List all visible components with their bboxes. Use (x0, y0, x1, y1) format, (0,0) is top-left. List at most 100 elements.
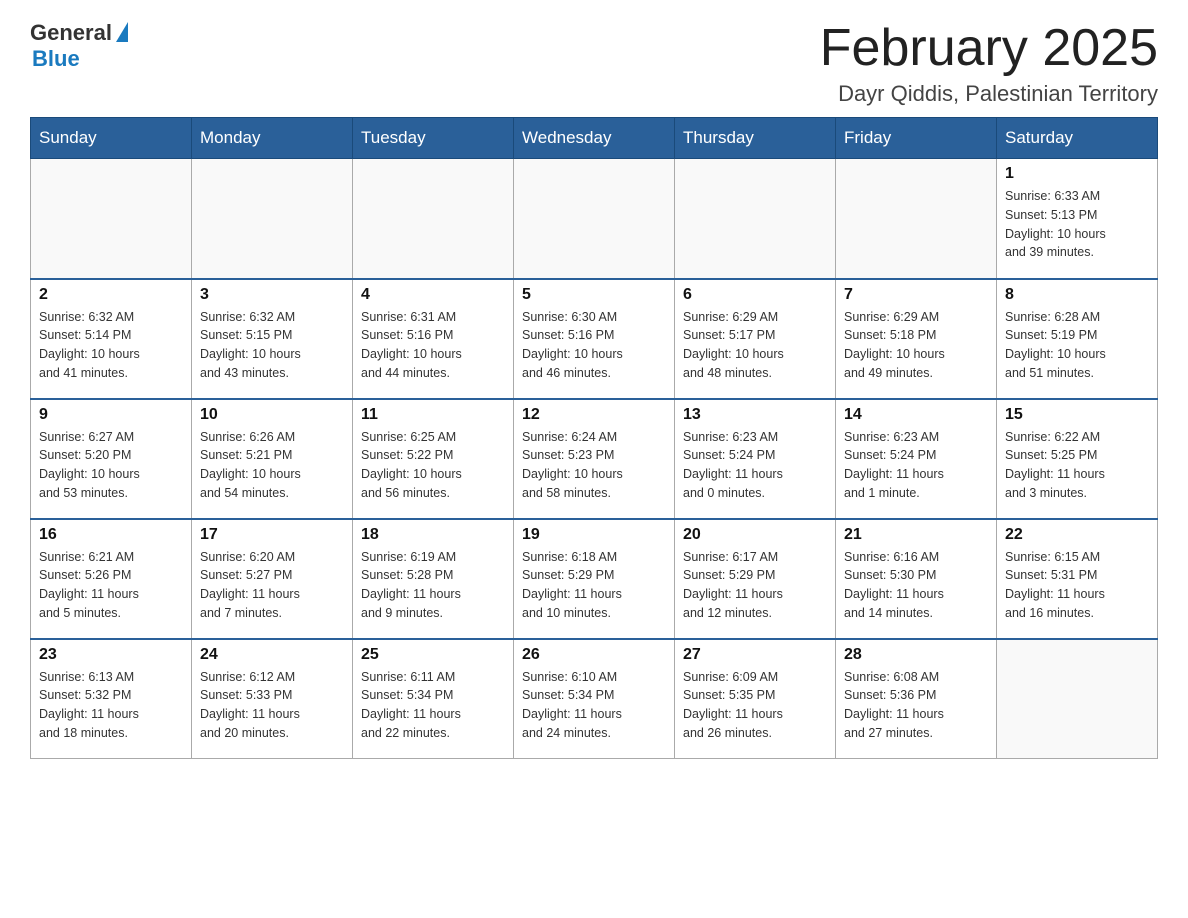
day-number: 14 (844, 406, 988, 424)
title-section: February 2025 Dayr Qiddis, Palestinian T… (820, 20, 1158, 107)
day-info: Sunrise: 6:10 AM Sunset: 5:34 PM Dayligh… (522, 668, 666, 743)
day-number: 27 (683, 646, 827, 664)
day-number: 24 (200, 646, 344, 664)
calendar-cell: 16Sunrise: 6:21 AM Sunset: 5:26 PM Dayli… (31, 519, 192, 639)
calendar-cell: 18 Sunrise: 6:19 AM Sunset: 5:28 PM Dayli… (353, 519, 514, 639)
calendar-cell: 6Sunrise: 6:29 AM Sunset: 5:17 PM Daylig… (675, 279, 836, 399)
calendar-cell: 27Sunrise: 6:09 AM Sunset: 5:35 PM Dayli… (675, 639, 836, 759)
day-number: 12 (522, 406, 666, 424)
calendar-cell (997, 639, 1158, 759)
day-number: 15 (1005, 406, 1149, 424)
day-info: Sunrise: 6:19 AM Sunset: 5:28 PM Dayligh… (361, 548, 505, 623)
day-info: Sunrise: 6:17 AM Sunset: 5:29 PM Dayligh… (683, 548, 827, 623)
day-number: 3 (200, 286, 344, 304)
calendar-cell: 9 Sunrise: 6:27 AM Sunset: 5:20 PM Daylig… (31, 399, 192, 519)
day-info: Sunrise: 6:29 AM Sunset: 5:18 PM Dayligh… (844, 308, 988, 383)
location-title: Dayr Qiddis, Palestinian Territory (820, 81, 1158, 107)
day-number: 4 (361, 286, 505, 304)
calendar-cell: 24Sunrise: 6:12 AM Sunset: 5:33 PM Dayli… (192, 639, 353, 759)
day-info: Sunrise: 6:33 AM Sunset: 5:13 PM Dayligh… (1005, 187, 1149, 262)
logo-triangle-icon (116, 22, 128, 42)
day-info: Sunrise: 6:23 AM Sunset: 5:24 PM Dayligh… (844, 428, 988, 503)
logo-general: General (30, 20, 112, 46)
day-info: Sunrise: 6:15 AM Sunset: 5:31 PM Dayligh… (1005, 548, 1149, 623)
day-number: 22 (1005, 526, 1149, 544)
day-info: Sunrise: 6:32 AM Sunset: 5:14 PM Dayligh… (39, 308, 183, 383)
day-info: Sunrise: 6:13 AM Sunset: 5:32 PM Dayligh… (39, 668, 183, 743)
calendar-cell: 19Sunrise: 6:18 AM Sunset: 5:29 PM Dayli… (514, 519, 675, 639)
day-number: 10 (200, 406, 344, 424)
calendar-cell: 11 Sunrise: 6:25 AM Sunset: 5:22 PM Dayli… (353, 399, 514, 519)
day-number: 13 (683, 406, 827, 424)
calendar-cell: 22 Sunrise: 6:15 AM Sunset: 5:31 PM Dayli… (997, 519, 1158, 639)
week-row-5: 23 Sunrise: 6:13 AM Sunset: 5:32 PM Dayli… (31, 639, 1158, 759)
day-number: 9 (39, 406, 183, 424)
calendar-table: Sunday Monday Tuesday Wednesday Thursday… (30, 117, 1158, 759)
logo-blue: Blue (32, 46, 128, 72)
day-info: Sunrise: 6:18 AM Sunset: 5:29 PM Dayligh… (522, 548, 666, 623)
week-row-3: 9 Sunrise: 6:27 AM Sunset: 5:20 PM Daylig… (31, 399, 1158, 519)
day-info: Sunrise: 6:27 AM Sunset: 5:20 PM Dayligh… (39, 428, 183, 503)
day-number: 1 (1005, 165, 1149, 183)
calendar-cell: 3 Sunrise: 6:32 AM Sunset: 5:15 PM Daylig… (192, 279, 353, 399)
day-number: 5 (522, 286, 666, 304)
day-info: Sunrise: 6:16 AM Sunset: 5:30 PM Dayligh… (844, 548, 988, 623)
day-info: Sunrise: 6:32 AM Sunset: 5:15 PM Dayligh… (200, 308, 344, 383)
day-info: Sunrise: 6:31 AM Sunset: 5:16 PM Dayligh… (361, 308, 505, 383)
calendar-cell: 25 Sunrise: 6:11 AM Sunset: 5:34 PM Dayli… (353, 639, 514, 759)
day-number: 21 (844, 526, 988, 544)
calendar-header-row: Sunday Monday Tuesday Wednesday Thursday… (31, 118, 1158, 159)
col-monday: Monday (192, 118, 353, 159)
day-info: Sunrise: 6:28 AM Sunset: 5:19 PM Dayligh… (1005, 308, 1149, 383)
day-info: Sunrise: 6:11 AM Sunset: 5:34 PM Dayligh… (361, 668, 505, 743)
calendar-cell (31, 159, 192, 279)
calendar-cell: 4 Sunrise: 6:31 AM Sunset: 5:16 PM Daylig… (353, 279, 514, 399)
day-number: 2 (39, 286, 183, 304)
calendar-cell: 17 Sunrise: 6:20 AM Sunset: 5:27 PM Dayli… (192, 519, 353, 639)
day-number: 7 (844, 286, 988, 304)
calendar-cell: 13 Sunrise: 6:23 AM Sunset: 5:24 PM Dayli… (675, 399, 836, 519)
calendar-cell: 2 Sunrise: 6:32 AM Sunset: 5:14 PM Daylig… (31, 279, 192, 399)
calendar-cell: 26 Sunrise: 6:10 AM Sunset: 5:34 PM Dayli… (514, 639, 675, 759)
col-thursday: Thursday (675, 118, 836, 159)
day-info: Sunrise: 6:26 AM Sunset: 5:21 PM Dayligh… (200, 428, 344, 503)
day-number: 23 (39, 646, 183, 664)
calendar-cell: 8 Sunrise: 6:28 AM Sunset: 5:19 PM Daylig… (997, 279, 1158, 399)
calendar-cell (836, 159, 997, 279)
day-number: 8 (1005, 286, 1149, 304)
day-info: Sunrise: 6:24 AM Sunset: 5:23 PM Dayligh… (522, 428, 666, 503)
day-info: Sunrise: 6:08 AM Sunset: 5:36 PM Dayligh… (844, 668, 988, 743)
day-number: 17 (200, 526, 344, 544)
calendar-cell: 15 Sunrise: 6:22 AM Sunset: 5:25 PM Dayli… (997, 399, 1158, 519)
calendar-cell (675, 159, 836, 279)
day-number: 26 (522, 646, 666, 664)
logo: General Blue (30, 20, 128, 72)
calendar-cell: 12 Sunrise: 6:24 AM Sunset: 5:23 PM Dayli… (514, 399, 675, 519)
calendar-cell (353, 159, 514, 279)
day-number: 20 (683, 526, 827, 544)
calendar-cell: 7 Sunrise: 6:29 AM Sunset: 5:18 PM Daylig… (836, 279, 997, 399)
day-number: 28 (844, 646, 988, 664)
calendar-cell: 14 Sunrise: 6:23 AM Sunset: 5:24 PM Dayli… (836, 399, 997, 519)
col-sunday: Sunday (31, 118, 192, 159)
day-info: Sunrise: 6:30 AM Sunset: 5:16 PM Dayligh… (522, 308, 666, 383)
day-number: 25 (361, 646, 505, 664)
day-info: Sunrise: 6:23 AM Sunset: 5:24 PM Dayligh… (683, 428, 827, 503)
day-number: 6 (683, 286, 827, 304)
col-tuesday: Tuesday (353, 118, 514, 159)
day-info: Sunrise: 6:22 AM Sunset: 5:25 PM Dayligh… (1005, 428, 1149, 503)
calendar-cell: 1 Sunrise: 6:33 AM Sunset: 5:13 PM Daylig… (997, 159, 1158, 279)
col-wednesday: Wednesday (514, 118, 675, 159)
week-row-4: 16Sunrise: 6:21 AM Sunset: 5:26 PM Dayli… (31, 519, 1158, 639)
calendar-cell (514, 159, 675, 279)
day-number: 11 (361, 406, 505, 424)
calendar-cell: 23 Sunrise: 6:13 AM Sunset: 5:32 PM Dayli… (31, 639, 192, 759)
calendar-cell: 20 Sunrise: 6:17 AM Sunset: 5:29 PM Dayli… (675, 519, 836, 639)
col-friday: Friday (836, 118, 997, 159)
calendar-cell: 10 Sunrise: 6:26 AM Sunset: 5:21 PM Dayli… (192, 399, 353, 519)
day-info: Sunrise: 6:25 AM Sunset: 5:22 PM Dayligh… (361, 428, 505, 503)
week-row-2: 2 Sunrise: 6:32 AM Sunset: 5:14 PM Daylig… (31, 279, 1158, 399)
day-info: Sunrise: 6:20 AM Sunset: 5:27 PM Dayligh… (200, 548, 344, 623)
day-number: 18 (361, 526, 505, 544)
calendar-cell: 21 Sunrise: 6:16 AM Sunset: 5:30 PM Dayli… (836, 519, 997, 639)
